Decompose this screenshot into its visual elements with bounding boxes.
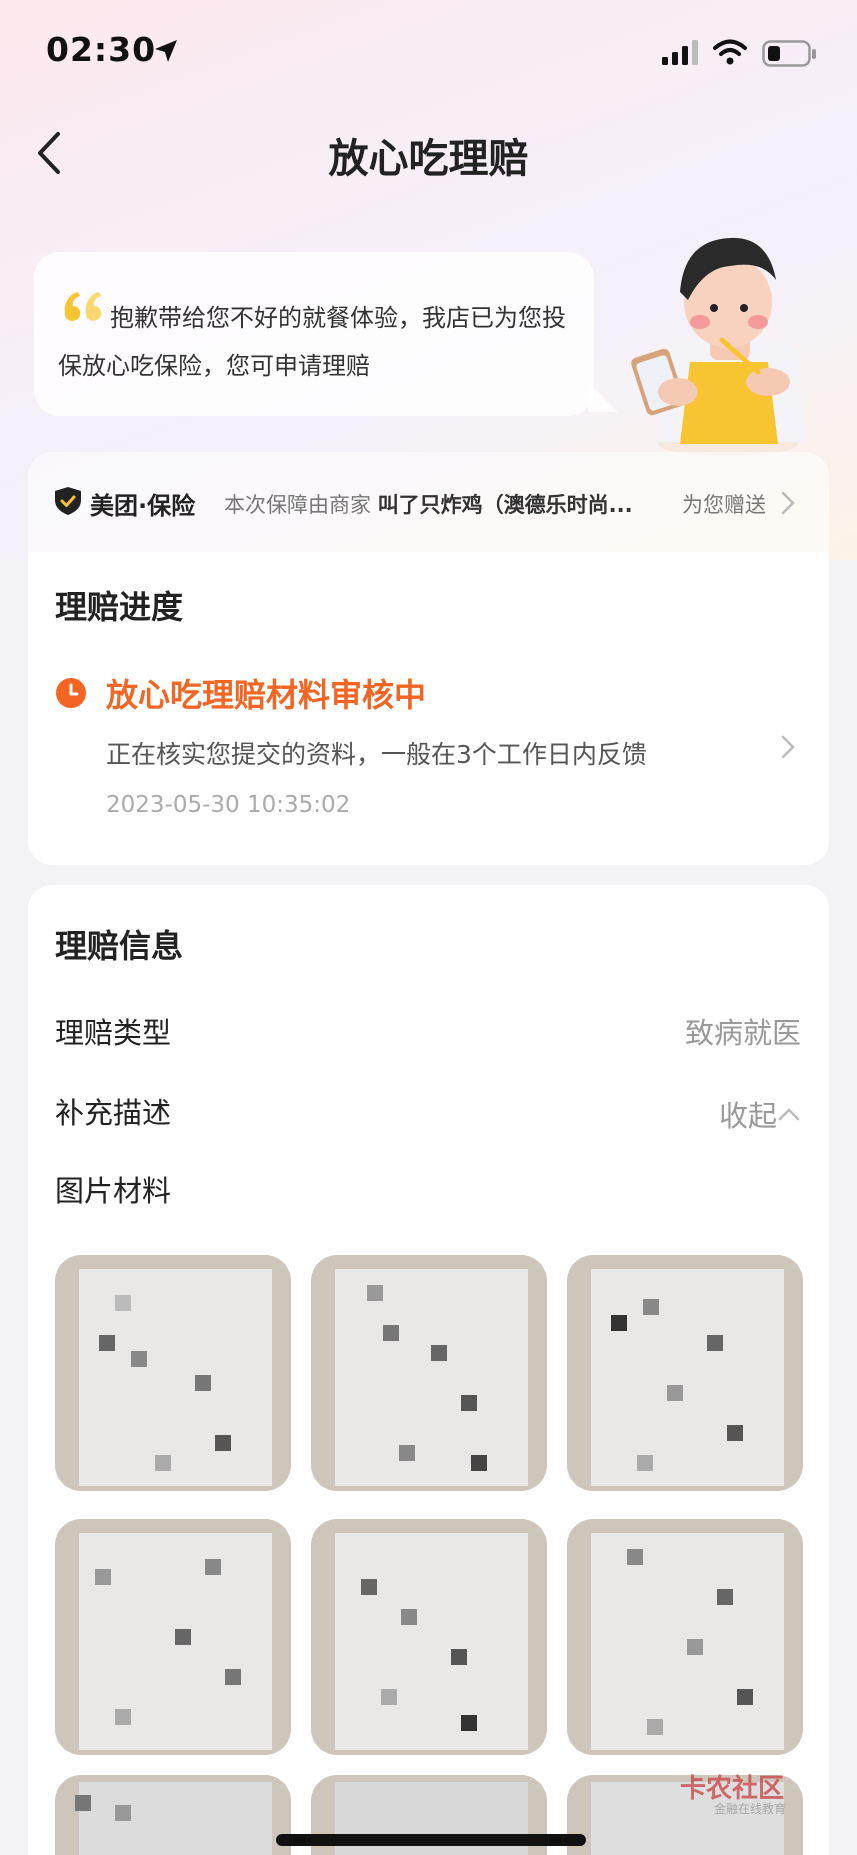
claim-image-thumbnail[interactable] bbox=[567, 1255, 803, 1491]
status-bar: 02:30 bbox=[0, 0, 857, 110]
bubble-tail bbox=[588, 382, 618, 412]
images-label: 图片材料 bbox=[55, 1174, 172, 1208]
status-time: 02:30 bbox=[46, 30, 157, 69]
collapse-label: 收起 bbox=[718, 1099, 777, 1133]
progress-title: 理赔进度 bbox=[55, 588, 184, 626]
merchant-name: 叫了只炸鸡（澳德乐时尚... bbox=[377, 493, 633, 517]
claim-image-thumbnail[interactable] bbox=[55, 1519, 291, 1755]
location-arrow-icon bbox=[155, 40, 177, 62]
chevron-right-icon bbox=[781, 491, 795, 515]
info-title: 理赔信息 bbox=[55, 927, 184, 965]
chevron-up-icon bbox=[778, 1108, 800, 1121]
insurance-brand: 美团·保险 bbox=[90, 492, 196, 520]
claim-status-description: 正在核实您提交的资料，一般在3个工作日内反馈 bbox=[106, 740, 647, 769]
claim-image-thumbnail[interactable] bbox=[567, 1519, 803, 1755]
page-title: 放心吃理赔 bbox=[328, 136, 529, 182]
shield-check-icon bbox=[55, 487, 81, 515]
claim-info-card: 理赔信息 理赔类型 致病就医 补充描述 收起 图片材料 bbox=[28, 885, 829, 1855]
watermark-subtitle: 金融在线教育 bbox=[714, 1802, 787, 1816]
insurance-banner[interactable]: 美团·保险 本次保障由商家 叫了只炸鸡（澳德乐时尚... 为您赠送 bbox=[28, 452, 829, 552]
claim-status-time: 2023-05-30 10:35:02 bbox=[106, 792, 351, 818]
collapse-toggle[interactable]: 收起 bbox=[719, 1093, 801, 1135]
apology-bubble: 抱歉带给您不好的就餐体验，我店已为您投保放心吃保险，您可申请理赔 bbox=[34, 252, 594, 416]
clock-icon bbox=[56, 678, 86, 708]
waiter-mascot-illustration bbox=[631, 237, 806, 456]
apology-message: 抱歉带给您不好的就餐体验，我店已为您投保放心吃保险，您可申请理赔 bbox=[58, 304, 566, 380]
battery-icon bbox=[762, 40, 816, 67]
supplement-desc-label: 补充描述 bbox=[55, 1096, 172, 1130]
insurance-desc-prefix: 本次保障由商家 bbox=[224, 493, 371, 517]
claim-image-thumbnail[interactable] bbox=[311, 1519, 547, 1755]
claim-type-label: 理赔类型 bbox=[55, 1016, 172, 1050]
claim-progress-card[interactable]: 理赔进度 放心吃理赔材料审核中 正在核实您提交的资料，一般在3个工作日内反馈 2… bbox=[28, 552, 829, 865]
insurance-description: 本次保障由商家 叫了只炸鸡（澳德乐时尚... bbox=[224, 489, 633, 519]
insurance-gift-text: 为您赠送 bbox=[682, 493, 766, 517]
chevron-right-icon bbox=[781, 735, 795, 759]
wifi-icon bbox=[713, 39, 747, 65]
claim-image-thumbnail[interactable] bbox=[55, 1775, 291, 1855]
claim-image-thumbnail[interactable] bbox=[311, 1255, 547, 1491]
claim-type-value: 致病就医 bbox=[684, 1016, 801, 1050]
cellular-signal-icon bbox=[662, 40, 698, 65]
home-indicator bbox=[276, 1834, 586, 1846]
claim-status: 放心吃理赔材料审核中 bbox=[106, 676, 427, 714]
claim-image-thumbnail[interactable] bbox=[55, 1255, 291, 1491]
